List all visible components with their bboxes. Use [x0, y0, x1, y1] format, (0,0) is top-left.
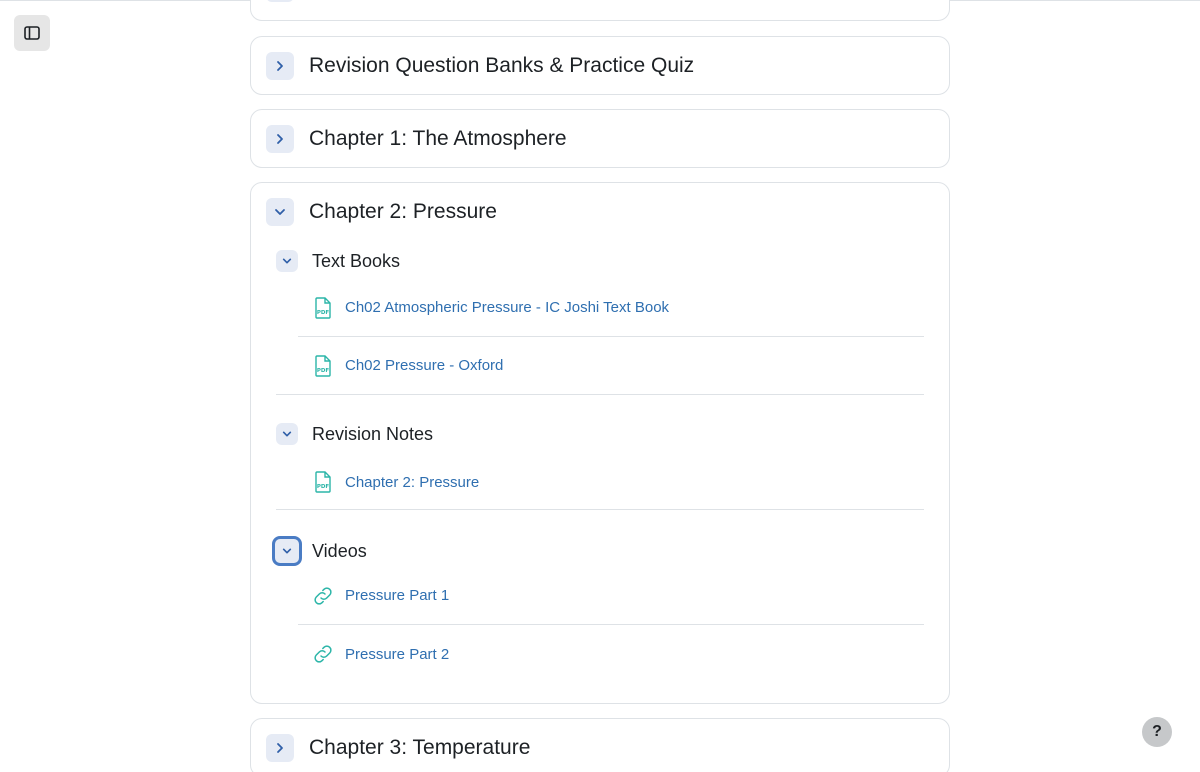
activity-item: PDF Ch02 Atmospheric Pressure - IC Joshi…	[298, 279, 924, 337]
subsection-collapse-toggle[interactable]	[276, 423, 298, 445]
subsection-header-revision-notes: Revision Notes	[276, 423, 433, 445]
section-card-previous	[250, 0, 950, 21]
help-label: ?	[1152, 723, 1162, 740]
activity-link[interactable]: Pressure Part 1	[345, 587, 449, 604]
chevron-down-icon	[282, 431, 292, 437]
activity-item: Pressure Part 1	[298, 567, 924, 625]
chevron-down-icon	[275, 209, 285, 215]
section-card-revision-bank: Revision Question Banks & Practice Quiz	[250, 36, 950, 95]
section-header: Revision Question Banks & Practice Quiz	[251, 37, 949, 95]
subsection-divider	[276, 509, 924, 510]
svg-text:PDF: PDF	[317, 484, 330, 490]
activity-item: PDF Chapter 2: Pressure	[298, 453, 924, 511]
chevron-right-icon	[277, 743, 283, 753]
help-button[interactable]: ?	[1142, 717, 1172, 747]
pdf-icon: PDF	[315, 354, 331, 377]
link-icon	[314, 645, 332, 663]
link-icon	[314, 586, 332, 605]
section-card-chapter1: Chapter 1: The Atmosphere	[250, 109, 950, 168]
subsection-header-videos: Videos	[272, 536, 367, 566]
section-title[interactable]: Chapter 3: Temperature	[309, 736, 530, 760]
section-header: Chapter 3: Temperature	[251, 719, 949, 772]
section-toggle-partial[interactable]	[266, 0, 294, 2]
subsection-title[interactable]: Videos	[312, 541, 367, 562]
section-title[interactable]: Revision Question Banks & Practice Quiz	[309, 54, 694, 78]
subsection-divider	[276, 394, 924, 395]
pdf-icon: PDF	[315, 296, 331, 319]
svg-text:PDF: PDF	[317, 368, 330, 374]
activity-link[interactable]: Pressure Part 2	[345, 646, 449, 663]
chevron-right-icon	[277, 61, 283, 71]
section-title[interactable]: Chapter 1: The Atmosphere	[309, 127, 567, 151]
sidebar-icon	[24, 26, 40, 40]
section-collapse-toggle[interactable]	[266, 198, 294, 226]
chevron-right-icon	[277, 134, 283, 144]
activity-item: PDF Ch02 Pressure - Oxford	[298, 337, 924, 395]
section-expand-toggle[interactable]	[266, 125, 294, 153]
activity-link[interactable]: Chapter 2: Pressure	[345, 474, 479, 491]
section-title[interactable]: Chapter 2: Pressure	[309, 200, 497, 224]
pdf-icon: PDF	[315, 471, 331, 493]
subsection-title[interactable]: Text Books	[312, 251, 400, 272]
activity-item: Pressure Part 2	[298, 625, 924, 683]
subsection-title[interactable]: Revision Notes	[312, 424, 433, 445]
section-expand-toggle[interactable]	[266, 52, 294, 80]
chevron-down-icon	[282, 258, 292, 264]
section-card-chapter3: Chapter 3: Temperature	[250, 718, 950, 772]
subsection-collapse-toggle[interactable]	[272, 536, 302, 566]
subsection-collapse-toggle[interactable]	[276, 250, 298, 272]
activity-link[interactable]: Ch02 Atmospheric Pressure - IC Joshi Tex…	[345, 299, 669, 316]
section-header: Chapter 2: Pressure	[251, 183, 949, 241]
subsection-header-text-books: Text Books	[276, 250, 400, 272]
section-card-chapter2: Chapter 2: Pressure Text Books PDF Ch02 …	[250, 182, 950, 704]
svg-text:PDF: PDF	[317, 310, 330, 316]
section-expand-toggle[interactable]	[266, 734, 294, 762]
activity-link[interactable]: Ch02 Pressure - Oxford	[345, 357, 503, 374]
chevron-down-icon	[282, 548, 292, 554]
section-header: Chapter 1: The Atmosphere	[251, 110, 949, 168]
course-index-toggle-button[interactable]	[14, 15, 50, 51]
